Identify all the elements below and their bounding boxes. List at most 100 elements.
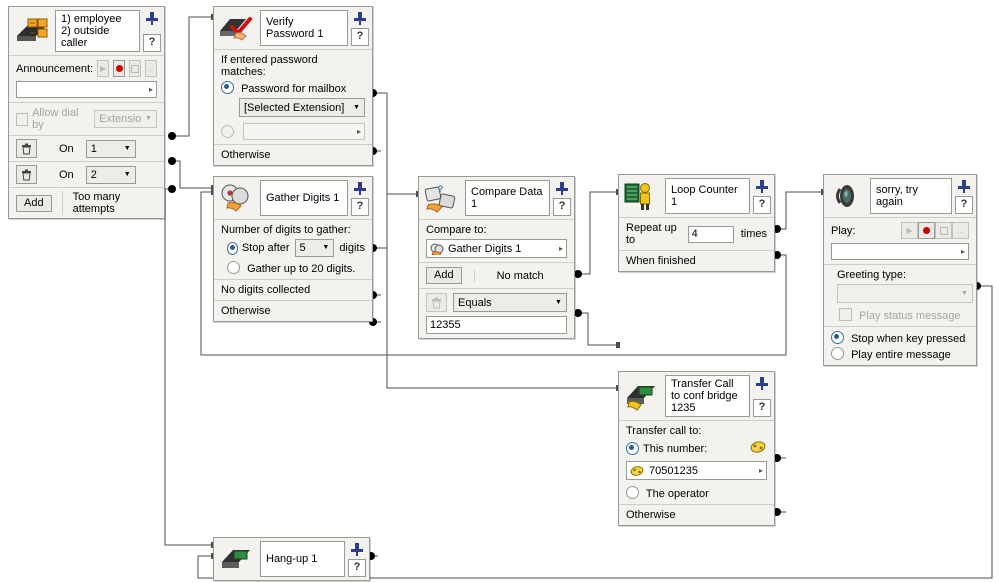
node-start-header: 1) employee 2) outside caller ? xyxy=(9,7,164,55)
compare-data-icon: ? xyxy=(422,180,462,216)
stop-after-select[interactable]: 5 ▼ xyxy=(294,239,335,257)
operator-select[interactable]: Equals ▼ xyxy=(453,293,567,312)
trash-icon[interactable] xyxy=(426,293,447,312)
record-icon[interactable] xyxy=(918,222,935,239)
pin-icon[interactable] xyxy=(349,542,365,559)
digit-select-2[interactable]: 2 ▼ xyxy=(85,165,136,184)
node-loop-counter-header: Loop Counter 1 ? xyxy=(619,175,774,217)
transfer-options: Transfer call to: This number: 70501235 … xyxy=(619,420,774,504)
stop-after-radio[interactable] xyxy=(227,241,238,255)
gather-up-to-radio[interactable] xyxy=(227,261,240,274)
pin-icon[interactable] xyxy=(352,11,368,28)
browse-icon[interactable]: ... xyxy=(145,60,157,77)
help-button[interactable]: ? xyxy=(351,198,369,216)
play-icon[interactable]: ▶ xyxy=(901,222,918,239)
help-button[interactable]: ? xyxy=(753,399,771,417)
mailbox-select[interactable]: [Selected Extension] ▼ xyxy=(239,98,365,117)
trash-icon[interactable] xyxy=(16,165,37,184)
phone-number-icon xyxy=(630,465,645,477)
stop-icon[interactable] xyxy=(129,60,142,77)
help-button[interactable]: ? xyxy=(955,196,973,214)
node-hangup[interactable]: Hang-up 1 ? xyxy=(213,537,370,581)
operator-value: Equals xyxy=(458,296,492,309)
allow-dial-by-select[interactable]: Extension ▼ xyxy=(94,110,157,128)
node-start[interactable]: 1) employee 2) outside caller ? Announce… xyxy=(8,6,165,219)
node-compare-data[interactable]: ? Compare Data 1 ? Compare to: Gather Di… xyxy=(418,176,575,339)
transfer-number-input[interactable]: 70501235 ▸ xyxy=(626,461,767,480)
stop-after-value: 5 xyxy=(299,242,306,254)
dropdown-arrow-icon[interactable]: ▸ xyxy=(961,247,965,256)
stop-when-key-pressed-label: Stop when key pressed xyxy=(851,333,966,345)
help-button[interactable]: ? xyxy=(351,28,369,46)
pin-icon[interactable] xyxy=(352,181,368,198)
dropdown-arrow-icon[interactable]: ▸ xyxy=(559,244,563,253)
pin-icon[interactable] xyxy=(144,11,160,28)
greeting-type-select[interactable]: ▼ xyxy=(837,284,973,303)
this-number-radio[interactable] xyxy=(626,442,639,455)
digit-value-2: 2 xyxy=(90,168,97,181)
dropdown-arrow-icon[interactable]: ▸ xyxy=(759,466,763,475)
help-button[interactable]: ? xyxy=(553,198,571,216)
browse-icon[interactable]: ... xyxy=(952,222,969,239)
hangup-icon xyxy=(217,541,257,577)
node-loop-counter-title: Loop Counter 1 xyxy=(665,178,750,214)
help-button[interactable]: ? xyxy=(143,34,161,52)
compare-source-field[interactable]: Gather Digits 1 ▸ xyxy=(426,239,567,258)
digit-row-2[interactable]: On 2 ▼ xyxy=(9,161,164,187)
play-status-message-checkbox[interactable] xyxy=(839,308,852,321)
gather-digits-prompt: Number of digits to gather: xyxy=(221,224,351,236)
gather-digits-icon xyxy=(430,243,444,255)
digit-select-1[interactable]: 1 ▼ xyxy=(85,139,136,158)
node-hangup-header: Hang-up 1 ? xyxy=(214,538,369,580)
other-password-radio[interactable] xyxy=(221,125,234,138)
stop-when-key-pressed-radio[interactable] xyxy=(831,331,844,344)
pin-icon[interactable] xyxy=(754,376,770,393)
call-flow-canvas: 1) employee 2) outside caller ? Announce… xyxy=(0,0,999,583)
node-verify-password[interactable]: Verify Password 1 ? If entered password … xyxy=(213,6,373,166)
help-button[interactable]: ? xyxy=(753,196,771,214)
loop-counter-icon xyxy=(622,178,662,214)
mailbox-value: [Selected Extension] xyxy=(244,101,345,114)
node-sorry-try-again-title: sorry, try again xyxy=(870,178,952,214)
node-gather-digits[interactable]: Gather Digits 1 ? Number of digits to ga… xyxy=(213,176,373,322)
compare-value-input[interactable]: 12355 xyxy=(426,316,567,334)
gather-up-to-label: Gather up to 20 digits. xyxy=(247,263,356,275)
pin-icon[interactable] xyxy=(754,179,770,196)
node-transfer-call-header: Transfer Call to conf bridge 1235 ? xyxy=(619,372,774,420)
other-password-input[interactable]: ▸ xyxy=(243,123,365,140)
on-label-1: On xyxy=(59,142,74,155)
trash-icon[interactable] xyxy=(16,139,37,158)
node-hangup-title: Hang-up 1 xyxy=(260,541,345,577)
play-section: Play: ▶ ... ▸ xyxy=(824,217,976,264)
node-transfer-call[interactable]: Transfer Call to conf bridge 1235 ? Tran… xyxy=(618,371,775,526)
play-icon[interactable]: ▶ xyxy=(97,60,110,77)
pin-icon[interactable] xyxy=(956,179,972,196)
stop-icon[interactable] xyxy=(935,222,952,239)
chevron-down-icon: ▼ xyxy=(555,298,562,306)
password-for-mailbox-radio[interactable] xyxy=(221,81,234,94)
help-button[interactable]: ? xyxy=(348,559,366,577)
record-icon[interactable] xyxy=(113,60,126,77)
play-entire-message-radio[interactable] xyxy=(831,347,844,360)
chevron-down-icon: ▼ xyxy=(322,244,330,251)
the-operator-radio[interactable] xyxy=(626,486,639,499)
phone-number-icon[interactable] xyxy=(750,440,767,457)
node-gather-digits-title: Gather Digits 1 xyxy=(260,180,348,216)
node-sorry-try-again[interactable]: sorry, try again ? Play: ▶ ... ▸ Greetin… xyxy=(823,174,977,366)
digit-row-1[interactable]: On 1 ▼ xyxy=(9,135,164,161)
gather-digits-options: Number of digits to gather: Stop after 5… xyxy=(214,219,372,279)
repeat-count-input[interactable]: 4 xyxy=(687,225,734,243)
transfer-call-to-label: Transfer call to: xyxy=(626,425,702,437)
dropdown-arrow-icon[interactable]: ▸ xyxy=(149,85,153,94)
gather-digits-otherwise: Otherwise xyxy=(214,300,372,321)
pin-icon[interactable] xyxy=(554,181,570,198)
play-input[interactable]: ▸ xyxy=(831,243,969,260)
add-button[interactable]: Add xyxy=(16,194,52,212)
announcement-input[interactable]: ▸ xyxy=(16,81,157,98)
allow-dial-by-checkbox[interactable] xyxy=(16,112,29,126)
node-loop-counter[interactable]: Loop Counter 1 ? Repeat up to 4 times Wh… xyxy=(618,174,775,272)
add-button[interactable]: Add xyxy=(426,267,462,284)
node-compare-data-header: ? Compare Data 1 ? xyxy=(419,177,574,219)
play-label: Play: xyxy=(831,224,856,237)
play-status-message-label: Play status message xyxy=(859,310,961,322)
